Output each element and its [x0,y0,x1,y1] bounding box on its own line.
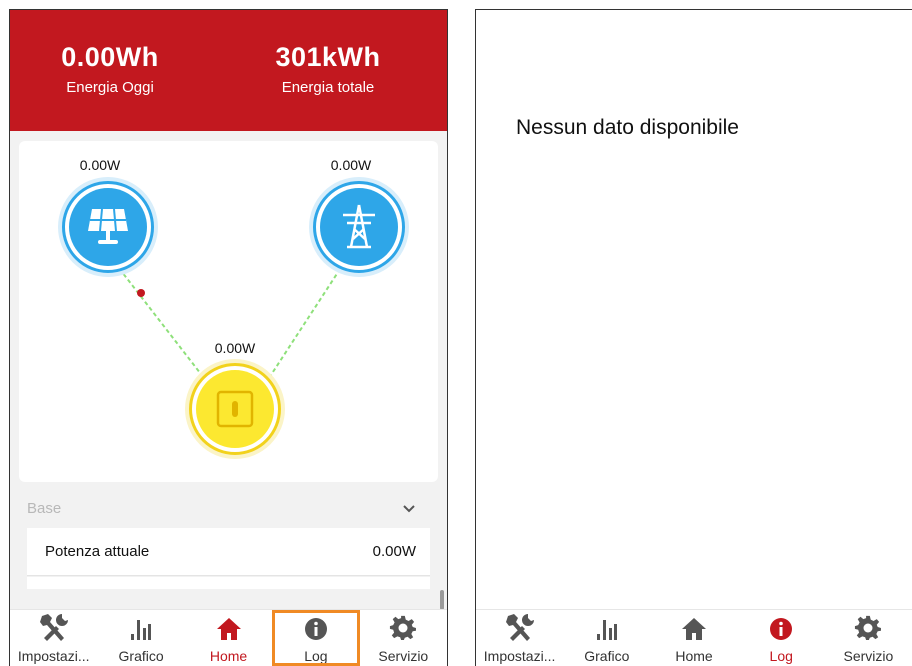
tab-service-label: Servizio [378,648,429,664]
solar-to-inverter-line [114,262,205,379]
chevron-down-icon[interactable] [402,504,416,514]
tab-settings-right[interactable]: Impostazi... [476,610,563,666]
home-icon [682,618,706,640]
tab-service[interactable]: Servizio [360,610,447,666]
power-tower-icon [343,204,375,249]
tab-service-label: Servizio [843,648,894,664]
tab-settings-label: Impostazi... [483,648,556,664]
tab-log-right[interactable]: Log [738,610,825,666]
gear-icon [855,615,882,641]
tab-chart-label: Grafico [584,648,630,664]
tab-home-label: Home [209,648,248,664]
grid-node[interactable] [313,181,405,273]
tab-settings[interactable]: Impostazi... [10,610,97,666]
list-row-partial [27,577,430,589]
bottom-tab-bar: Impostazi... Grafico Home Log Servizio [10,609,447,666]
home-screen: 0.00Wh Energia Oggi 301kWh Energia total… [9,9,448,666]
info-icon [304,618,327,640]
inverter-node[interactable] [189,363,281,455]
solar-panel-icon [88,208,128,244]
tab-home-right[interactable]: Home [650,610,737,666]
energy-header: 0.00Wh Energia Oggi 301kWh Energia total… [10,10,447,131]
solar-power-label: 0.00W [79,157,121,173]
screenshot-canvas: 0.00Wh Energia Oggi 301kWh Energia total… [0,0,912,666]
tab-home[interactable]: Home [185,610,272,666]
tools-icon [39,614,68,641]
tab-home-label: Home [675,648,713,664]
flow-dot [137,289,145,297]
current-power-label: Potenza attuale [45,543,150,560]
grid-power-label: 0.00W [330,157,372,173]
log-screen: Nessun dato disponibile Impostazi... Gra… [475,9,912,666]
current-power-value: 0.00W [372,543,416,560]
info-icon [770,618,793,640]
energy-flow-card: 0.00W 0.00W 0.00W [19,141,438,482]
energy-total-label: Energia totale [281,79,375,96]
inverter-power-label: 0.00W [214,340,256,356]
energy-today-value: 0.00Wh [61,42,159,72]
tab-log-label: Log [769,648,793,664]
tab-settings-label: Impostazi... [17,648,90,664]
tab-log-label: Log [304,648,328,664]
tools-icon [505,614,534,641]
gear-icon [390,615,417,641]
chart-icon [131,620,152,640]
section-title: Base [27,500,62,517]
tab-chart-right[interactable]: Grafico [563,610,650,666]
inverter-icon [216,390,254,428]
no-data-message: Nessun dato disponibile [516,116,739,139]
grid-to-inverter-line [268,262,345,379]
current-power-row: Potenza attuale 0.00W [27,528,430,576]
energy-total-stat: 301kWh Energia totale [228,42,428,96]
chart-icon [596,620,617,640]
home-icon [216,618,241,640]
tab-log[interactable]: Log [272,610,360,666]
tab-service-right[interactable]: Servizio [825,610,912,666]
energy-total-value: 301kWh [275,42,381,72]
scrollbar[interactable] [440,590,444,610]
solar-panel-node[interactable] [62,181,154,273]
tab-chart-label: Grafico [118,648,164,664]
energy-today-stat: 0.00Wh Energia Oggi [10,42,210,96]
bottom-tab-bar-right: Impostazi... Grafico Home Log Servizio [476,609,912,666]
tab-chart[interactable]: Grafico [97,610,184,666]
energy-today-label: Energia Oggi [66,79,154,96]
